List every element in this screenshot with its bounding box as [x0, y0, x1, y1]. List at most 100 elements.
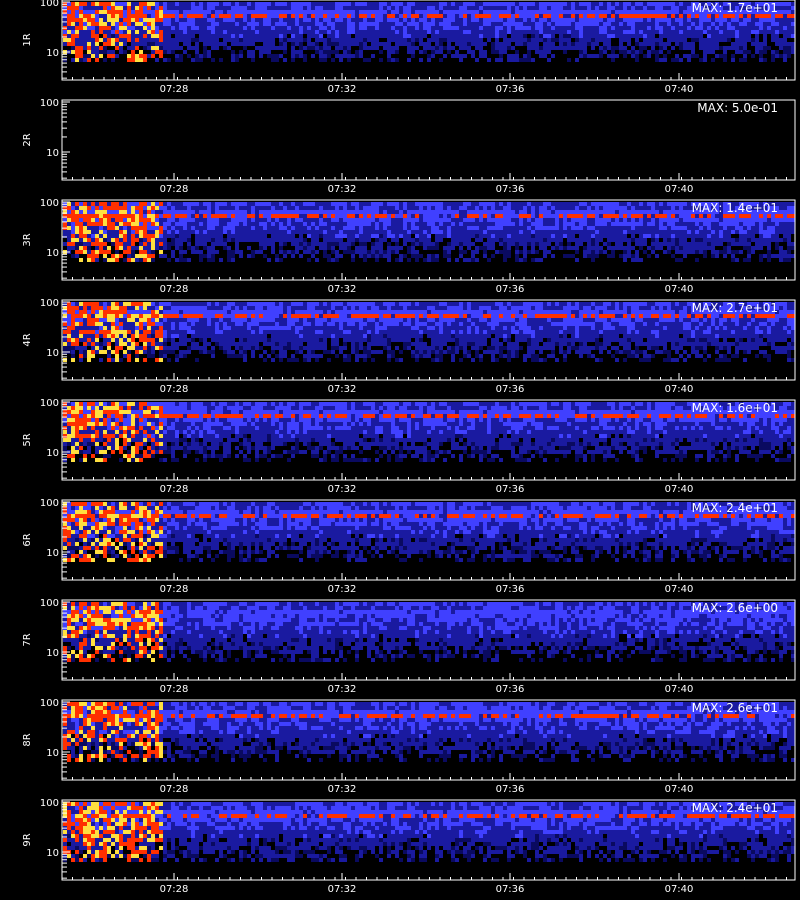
- heat-cell: [611, 206, 615, 210]
- heat-cell: [415, 250, 419, 254]
- heat-cell: [771, 54, 775, 58]
- heat-cell: [195, 6, 199, 10]
- heat-cell: [503, 6, 507, 10]
- heat-cell: [275, 58, 279, 62]
- heat-cell: [539, 206, 543, 210]
- heat-cell: [531, 238, 535, 242]
- heat-cell: [179, 222, 183, 226]
- heat-cell: [275, 230, 279, 234]
- heat-cell: [71, 222, 75, 226]
- heat-cell: [283, 234, 287, 238]
- heat-cell: [211, 26, 215, 30]
- heat-cell: [131, 2, 135, 6]
- heat-cell: [371, 42, 375, 46]
- heat-cell: [191, 218, 195, 222]
- heat-cell: [527, 30, 531, 34]
- heat-cell: [763, 242, 767, 246]
- heat-cell: [187, 246, 191, 250]
- heat-cell: [687, 26, 691, 30]
- heat-cell: [247, 54, 251, 58]
- heat-cell: [755, 34, 759, 38]
- heat-cell: [395, 18, 399, 22]
- heat-cell: [147, 34, 151, 38]
- heat-cell: [195, 22, 199, 26]
- heat-cell: [143, 202, 147, 206]
- heat-cell: [671, 202, 675, 206]
- heat-cell: [423, 242, 427, 246]
- heat-cell: [527, 26, 531, 30]
- heat-cell: [435, 22, 439, 26]
- heat-cell: [383, 2, 387, 6]
- heat-cell: [455, 202, 459, 206]
- heat-cell: [475, 214, 479, 218]
- heat-cell: [303, 238, 307, 242]
- heat-cell: [719, 18, 723, 22]
- heat-cell: [647, 54, 651, 58]
- heat-cell: [451, 38, 455, 42]
- heat-cell: [427, 42, 431, 46]
- heat-cell: [427, 14, 431, 18]
- heat-cell: [211, 38, 215, 42]
- heat-cell: [439, 30, 443, 34]
- heat-cell: [571, 246, 575, 250]
- heat-cell: [311, 34, 315, 38]
- heat-cell: [683, 206, 687, 210]
- heat-cell: [719, 54, 723, 58]
- heat-cell: [239, 206, 243, 210]
- heat-cell: [707, 38, 711, 42]
- heat-cell: [107, 234, 111, 238]
- heat-cell: [579, 6, 583, 10]
- heat-cell: [443, 206, 447, 210]
- heat-cell: [451, 34, 455, 38]
- heat-cell: [351, 218, 355, 222]
- heat-cell: [499, 2, 503, 6]
- heat-cell: [555, 26, 559, 30]
- heat-cell: [283, 10, 287, 14]
- heat-cell: [227, 22, 231, 26]
- heat-cell: [155, 46, 159, 50]
- heat-cell: [303, 226, 307, 230]
- heat-cell: [107, 6, 111, 10]
- heat-cell: [79, 50, 83, 54]
- heat-cell: [351, 214, 355, 218]
- heat-cell: [175, 226, 179, 230]
- heat-cell: [187, 202, 191, 206]
- heat-cell: [595, 202, 599, 206]
- heat-cell: [659, 10, 663, 14]
- heat-cell: [339, 222, 343, 226]
- heat-cell: [87, 34, 91, 38]
- heat-cell: [491, 34, 495, 38]
- heat-cell: [503, 2, 507, 6]
- heat-cell: [423, 46, 427, 50]
- heat-cell: [395, 58, 399, 62]
- heat-cell: [167, 246, 171, 250]
- heat-cell: [619, 10, 623, 14]
- x-tick-label: 07:40: [665, 184, 694, 195]
- heat-cell: [691, 222, 695, 226]
- heat-cell: [355, 238, 359, 242]
- heat-cell: [567, 254, 571, 258]
- heat-cell: [383, 222, 387, 226]
- heat-cell: [191, 14, 195, 18]
- heat-cell: [455, 234, 459, 238]
- heat-cell: [623, 218, 627, 222]
- heat-cell: [63, 42, 67, 46]
- heat-cell: [547, 26, 551, 30]
- heat-cell: [639, 18, 643, 22]
- heat-cell: [415, 242, 419, 246]
- heat-cell: [379, 34, 383, 38]
- heat-cell: [583, 38, 587, 42]
- heat-cell: [131, 54, 135, 58]
- heat-cell: [391, 234, 395, 238]
- heat-cell: [323, 242, 327, 246]
- heat-cell: [499, 42, 503, 46]
- heat-cell: [515, 26, 519, 30]
- heat-cell: [383, 14, 387, 18]
- heat-cell: [655, 26, 659, 30]
- heat-cell: [315, 14, 319, 18]
- heat-cell: [191, 18, 195, 22]
- heat-cell: [83, 238, 87, 242]
- heat-cell: [471, 26, 475, 30]
- heat-cell: [535, 14, 539, 18]
- heat-cell: [595, 26, 599, 30]
